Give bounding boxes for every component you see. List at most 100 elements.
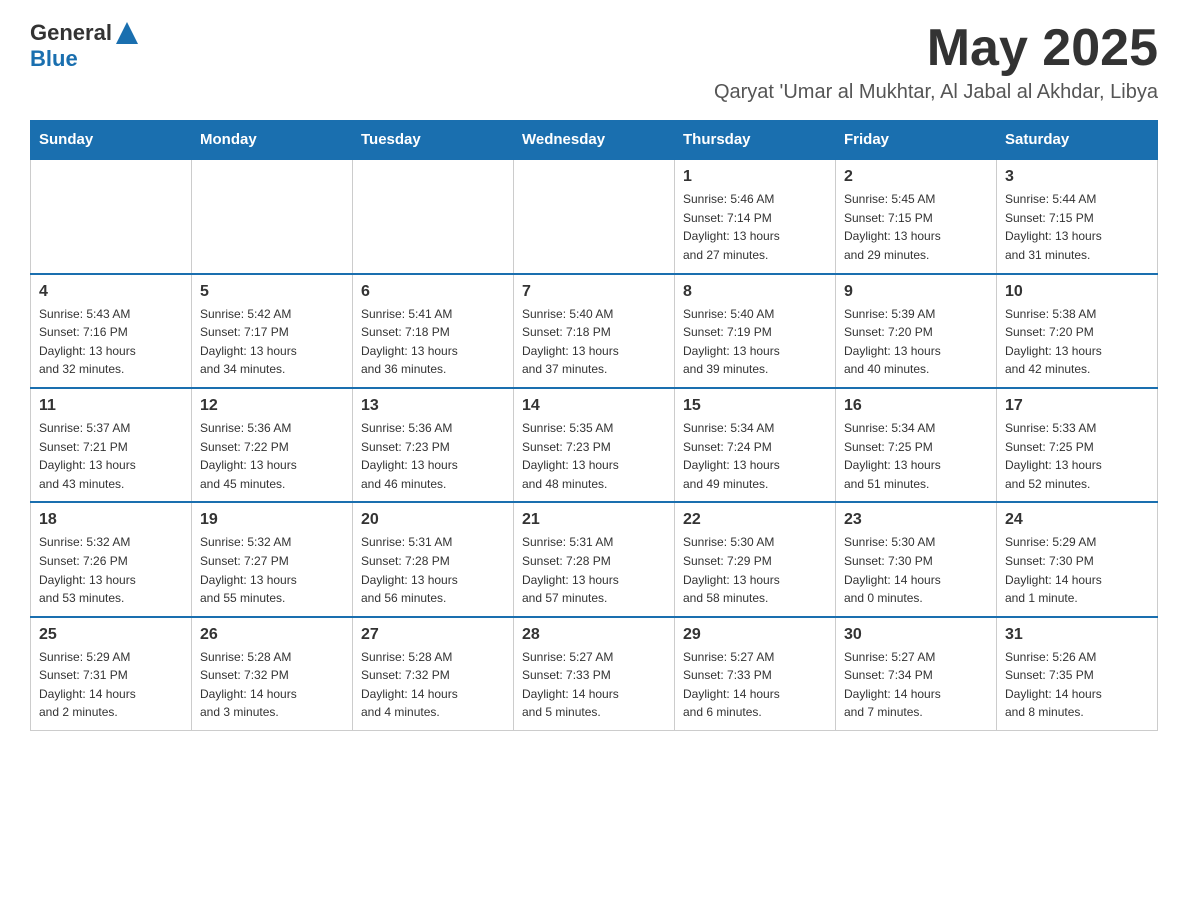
calendar-cell: 30 Sunrise: 5:27 AM Sunset: 7:34 PM Dayli… (836, 617, 997, 731)
calendar-cell (31, 159, 192, 273)
calendar-cell: 22 Sunrise: 5:30 AM Sunset: 7:29 PM Dayli… (675, 502, 836, 616)
day-number: 9 (844, 283, 988, 301)
day-number: 1 (683, 168, 827, 186)
day-number: 26 (200, 626, 344, 644)
calendar-cell: 28Sunrise: 5:27 AM Sunset: 7:33 PM Dayli… (514, 617, 675, 731)
calendar-cell: 29 Sunrise: 5:27 AM Sunset: 7:33 PM Dayli… (675, 617, 836, 731)
col-thursday: Thursday (675, 121, 836, 160)
calendar-cell: 31Sunrise: 5:26 AM Sunset: 7:35 PM Dayli… (997, 617, 1158, 731)
day-number: 27 (361, 626, 505, 644)
calendar-cell: 13 Sunrise: 5:36 AM Sunset: 7:23 PM Dayli… (353, 388, 514, 502)
calendar-cell: 4Sunrise: 5:43 AM Sunset: 7:16 PM Daylig… (31, 274, 192, 388)
calendar-cell (192, 159, 353, 273)
calendar-cell (514, 159, 675, 273)
day-info: Sunrise: 5:30 AM Sunset: 7:29 PM Dayligh… (683, 533, 827, 607)
day-info: Sunrise: 5:45 AM Sunset: 7:15 PM Dayligh… (844, 190, 988, 264)
month-title: May 2025 (714, 20, 1158, 77)
day-info: Sunrise: 5:27 AM Sunset: 7:33 PM Dayligh… (683, 648, 827, 722)
calendar-cell: 14 Sunrise: 5:35 AM Sunset: 7:23 PM Dayli… (514, 388, 675, 502)
calendar-cell: 5 Sunrise: 5:42 AM Sunset: 7:17 PM Daylig… (192, 274, 353, 388)
day-number: 2 (844, 168, 988, 186)
calendar-cell: 11 Sunrise: 5:37 AM Sunset: 7:21 PM Dayli… (31, 388, 192, 502)
week-row-1: 1 Sunrise: 5:46 AM Sunset: 7:14 PM Daylig… (31, 159, 1158, 273)
week-row-3: 11 Sunrise: 5:37 AM Sunset: 7:21 PM Dayli… (31, 388, 1158, 502)
calendar-cell: 12Sunrise: 5:36 AM Sunset: 7:22 PM Dayli… (192, 388, 353, 502)
calendar-cell: 23 Sunrise: 5:30 AM Sunset: 7:30 PM Dayli… (836, 502, 997, 616)
day-info: Sunrise: 5:29 AM Sunset: 7:30 PM Dayligh… (1005, 533, 1149, 607)
day-number: 30 (844, 626, 988, 644)
calendar-cell: 10Sunrise: 5:38 AM Sunset: 7:20 PM Dayli… (997, 274, 1158, 388)
calendar-cell: 2 Sunrise: 5:45 AM Sunset: 7:15 PM Daylig… (836, 159, 997, 273)
col-wednesday: Wednesday (514, 121, 675, 160)
col-sunday: Sunday (31, 121, 192, 160)
day-number: 16 (844, 397, 988, 415)
calendar-cell: 17 Sunrise: 5:33 AM Sunset: 7:25 PM Dayli… (997, 388, 1158, 502)
calendar-table: Sunday Monday Tuesday Wednesday Thursday… (30, 120, 1158, 731)
day-info: Sunrise: 5:34 AM Sunset: 7:25 PM Dayligh… (844, 419, 988, 493)
logo: General Blue (30, 20, 138, 72)
week-row-5: 25Sunrise: 5:29 AM Sunset: 7:31 PM Dayli… (31, 617, 1158, 731)
day-info: Sunrise: 5:28 AM Sunset: 7:32 PM Dayligh… (200, 648, 344, 722)
day-number: 25 (39, 626, 183, 644)
day-number: 12 (200, 397, 344, 415)
day-number: 5 (200, 283, 344, 301)
day-info: Sunrise: 5:40 AM Sunset: 7:19 PM Dayligh… (683, 305, 827, 379)
calendar-cell: 20 Sunrise: 5:31 AM Sunset: 7:28 PM Dayli… (353, 502, 514, 616)
day-info: Sunrise: 5:26 AM Sunset: 7:35 PM Dayligh… (1005, 648, 1149, 722)
day-number: 8 (683, 283, 827, 301)
day-number: 6 (361, 283, 505, 301)
day-info: Sunrise: 5:30 AM Sunset: 7:30 PM Dayligh… (844, 533, 988, 607)
day-info: Sunrise: 5:31 AM Sunset: 7:28 PM Dayligh… (361, 533, 505, 607)
day-number: 17 (1005, 397, 1149, 415)
calendar-cell: 19 Sunrise: 5:32 AM Sunset: 7:27 PM Dayli… (192, 502, 353, 616)
day-info: Sunrise: 5:33 AM Sunset: 7:25 PM Dayligh… (1005, 419, 1149, 493)
day-number: 15 (683, 397, 827, 415)
calendar-cell: 25Sunrise: 5:29 AM Sunset: 7:31 PM Dayli… (31, 617, 192, 731)
day-number: 13 (361, 397, 505, 415)
day-number: 24 (1005, 511, 1149, 529)
day-number: 7 (522, 283, 666, 301)
day-info: Sunrise: 5:35 AM Sunset: 7:23 PM Dayligh… (522, 419, 666, 493)
day-info: Sunrise: 5:32 AM Sunset: 7:26 PM Dayligh… (39, 533, 183, 607)
day-info: Sunrise: 5:41 AM Sunset: 7:18 PM Dayligh… (361, 305, 505, 379)
logo-text-blue: Blue (30, 46, 78, 71)
day-number: 19 (200, 511, 344, 529)
calendar-cell: 24 Sunrise: 5:29 AM Sunset: 7:30 PM Dayli… (997, 502, 1158, 616)
day-number: 18 (39, 511, 183, 529)
day-number: 20 (361, 511, 505, 529)
week-row-2: 4Sunrise: 5:43 AM Sunset: 7:16 PM Daylig… (31, 274, 1158, 388)
calendar-cell: 26 Sunrise: 5:28 AM Sunset: 7:32 PM Dayli… (192, 617, 353, 731)
calendar-cell: 27Sunrise: 5:28 AM Sunset: 7:32 PM Dayli… (353, 617, 514, 731)
logo-icon (114, 22, 138, 44)
day-number: 29 (683, 626, 827, 644)
day-number: 28 (522, 626, 666, 644)
calendar-cell: 8 Sunrise: 5:40 AM Sunset: 7:19 PM Daylig… (675, 274, 836, 388)
location-title: Qaryat 'Umar al Mukhtar, Al Jabal al Akh… (714, 81, 1158, 104)
calendar-cell: 21 Sunrise: 5:31 AM Sunset: 7:28 PM Dayli… (514, 502, 675, 616)
day-info: Sunrise: 5:43 AM Sunset: 7:16 PM Dayligh… (39, 305, 183, 379)
calendar-cell: 15 Sunrise: 5:34 AM Sunset: 7:24 PM Dayli… (675, 388, 836, 502)
day-number: 14 (522, 397, 666, 415)
day-number: 21 (522, 511, 666, 529)
day-info: Sunrise: 5:36 AM Sunset: 7:23 PM Dayligh… (361, 419, 505, 493)
calendar-cell: 3Sunrise: 5:44 AM Sunset: 7:15 PM Daylig… (997, 159, 1158, 273)
calendar-cell: 7 Sunrise: 5:40 AM Sunset: 7:18 PM Daylig… (514, 274, 675, 388)
day-info: Sunrise: 5:46 AM Sunset: 7:14 PM Dayligh… (683, 190, 827, 264)
calendar-cell: 16 Sunrise: 5:34 AM Sunset: 7:25 PM Dayli… (836, 388, 997, 502)
day-info: Sunrise: 5:42 AM Sunset: 7:17 PM Dayligh… (200, 305, 344, 379)
calendar-cell: 9Sunrise: 5:39 AM Sunset: 7:20 PM Daylig… (836, 274, 997, 388)
day-number: 22 (683, 511, 827, 529)
day-info: Sunrise: 5:44 AM Sunset: 7:15 PM Dayligh… (1005, 190, 1149, 264)
calendar-header-row: Sunday Monday Tuesday Wednesday Thursday… (31, 121, 1158, 160)
day-info: Sunrise: 5:31 AM Sunset: 7:28 PM Dayligh… (522, 533, 666, 607)
day-number: 10 (1005, 283, 1149, 301)
col-tuesday: Tuesday (353, 121, 514, 160)
day-info: Sunrise: 5:40 AM Sunset: 7:18 PM Dayligh… (522, 305, 666, 379)
day-info: Sunrise: 5:32 AM Sunset: 7:27 PM Dayligh… (200, 533, 344, 607)
day-number: 23 (844, 511, 988, 529)
col-friday: Friday (836, 121, 997, 160)
day-info: Sunrise: 5:37 AM Sunset: 7:21 PM Dayligh… (39, 419, 183, 493)
day-number: 11 (39, 397, 183, 415)
day-info: Sunrise: 5:34 AM Sunset: 7:24 PM Dayligh… (683, 419, 827, 493)
day-info: Sunrise: 5:27 AM Sunset: 7:34 PM Dayligh… (844, 648, 988, 722)
